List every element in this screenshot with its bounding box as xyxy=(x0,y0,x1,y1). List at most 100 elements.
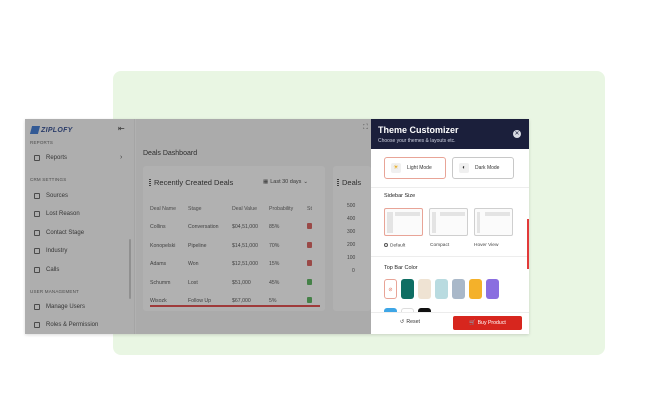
table-row[interactable]: Konopelski Pipeline $14,51,000 70% xyxy=(150,237,316,256)
swatch-beige[interactable] xyxy=(418,279,431,299)
column-header[interactable]: Stage xyxy=(188,200,232,218)
sidebar-item-label: Calls xyxy=(46,267,60,273)
thumb-sidebar xyxy=(432,212,436,233)
reset-button[interactable]: ↺ Reset xyxy=(400,319,420,325)
swatch-light-blue[interactable] xyxy=(435,279,448,299)
deals-chart-title-text: Deals xyxy=(342,178,362,187)
deal-probability: 85% xyxy=(269,224,280,231)
report-icon xyxy=(34,155,40,161)
sidebar-size-default[interactable] xyxy=(384,208,423,236)
table-row[interactable]: Wisozk Follow Up $67,000 5% xyxy=(150,292,316,311)
column-header[interactable]: Probability xyxy=(269,200,307,218)
deals-card: Recently Created Deals ▦ Last 30 days ⌄ … xyxy=(143,166,325,311)
buy-product-button[interactable]: 🛒 Buy Product xyxy=(453,316,522,330)
period-select[interactable]: ▦ Last 30 days ⌄ xyxy=(263,179,308,185)
deal-name: Wisozk xyxy=(150,298,167,305)
sun-icon: ☀ xyxy=(391,163,401,173)
axis-tick: 400 xyxy=(347,216,356,222)
column-header[interactable]: Deal Name xyxy=(150,200,188,218)
deal-status xyxy=(307,292,316,311)
deal-stage: Won xyxy=(188,261,199,268)
stage: ZIPLOFY ⇤ REPORTS Reports › CRM SETTINGS… xyxy=(0,0,670,405)
axis-tick: 200 xyxy=(347,242,356,248)
sidebar-item-label: Industry xyxy=(46,248,68,254)
sidebar-size-hover-label[interactable]: Hover View xyxy=(474,243,498,248)
table-header: Deal Name Stage Deal Value Probability S… xyxy=(150,200,316,218)
axis-tick: 100 xyxy=(347,255,356,261)
deals-chart-title: Deals xyxy=(337,178,361,187)
deal-name: Schumm xyxy=(150,279,171,286)
logo-text: ZIPLOFY xyxy=(41,126,73,134)
sidebar-item-roles[interactable]: Roles & Permission xyxy=(34,322,98,328)
fullscreen-icon[interactable]: ⛶ xyxy=(363,124,368,132)
table-row[interactable]: Collins Conversation $04,51,000 85% xyxy=(150,218,316,237)
axis-tick: 300 xyxy=(347,229,356,235)
swatch-purple[interactable] xyxy=(486,279,499,299)
customizer-footer: ↺ Reset 🛒 Buy Product xyxy=(371,312,529,334)
collapse-sidebar-icon[interactable]: ⇤ xyxy=(118,124,125,133)
thumb-topbar xyxy=(485,212,510,216)
deal-stage: Follow Up xyxy=(188,298,212,305)
dark-mode-button[interactable]: ◐ Dark Mode xyxy=(452,157,514,179)
table-row[interactable]: Adams Won $12,51,000 15% xyxy=(150,255,316,274)
swatch-teal[interactable] xyxy=(401,279,414,299)
sidebar-item-sources[interactable]: Sources xyxy=(34,193,68,199)
customizer-title: Theme Customizer xyxy=(378,125,459,135)
deal-probability: 70% xyxy=(269,242,280,249)
swatch-white[interactable]: ⊘ xyxy=(384,279,397,299)
deal-name: Collins xyxy=(150,224,166,231)
deal-stage: Conversation xyxy=(188,224,219,231)
drag-handle-icon[interactable] xyxy=(149,179,151,186)
deal-stage: Lost xyxy=(188,279,198,286)
table-row[interactable]: Schumm Lost $51,000 45% xyxy=(150,274,316,293)
swatch-slate[interactable] xyxy=(452,279,465,299)
light-mode-label: Light Mode xyxy=(407,165,432,171)
theme-customizer: Theme Customizer Choose your themes & la… xyxy=(371,119,529,334)
chevron-down-icon: ⌄ xyxy=(303,179,308,185)
column-header[interactable]: Deal Value xyxy=(232,200,269,218)
light-mode-button[interactable]: ☀ Light Mode xyxy=(384,157,446,179)
table-scrollbar[interactable] xyxy=(150,305,320,307)
swatch-orange[interactable] xyxy=(469,279,482,299)
sidebar: ZIPLOFY ⇤ REPORTS Reports › CRM SETTINGS… xyxy=(25,119,135,334)
sidebar-item-calls[interactable]: Calls xyxy=(34,267,59,273)
calls-icon xyxy=(34,267,40,273)
deal-value: $67,000 xyxy=(232,298,251,305)
sidebar-scrollbar[interactable] xyxy=(129,239,131,299)
sidebar-item-industry[interactable]: Industry xyxy=(34,248,67,254)
contact-stage-icon xyxy=(34,230,40,236)
customizer-subtitle: Choose your themes & layouts etc. xyxy=(378,138,456,144)
deal-value: $12,51,000 xyxy=(232,261,258,268)
sidebar-size-hover[interactable] xyxy=(474,208,513,236)
close-icon[interactable]: ✕ xyxy=(513,130,521,138)
chevron-right-icon[interactable]: › xyxy=(120,154,122,161)
deal-value: $14,51,000 xyxy=(232,242,258,249)
sidebar-size-compact[interactable] xyxy=(429,208,468,236)
thumb-topbar xyxy=(395,212,420,216)
column-header[interactable]: St xyxy=(307,200,316,218)
radio-icon xyxy=(384,243,388,247)
sidebar-size-default-label[interactable]: Default xyxy=(384,243,405,248)
section-crm: CRM SETTINGS xyxy=(30,177,67,182)
sources-icon xyxy=(34,193,40,199)
deal-name: Adams xyxy=(150,261,167,268)
sidebar-item-label: Lost Reason xyxy=(46,211,80,217)
sidebar-item-lost-reason[interactable]: Lost Reason xyxy=(34,211,80,217)
page-title: Deals Dashboard xyxy=(143,150,198,157)
app-window: ZIPLOFY ⇤ REPORTS Reports › CRM SETTINGS… xyxy=(25,119,529,334)
calendar-icon: ▦ xyxy=(263,179,269,185)
scroll-indicator xyxy=(527,219,529,269)
sidebar-item-manage-users[interactable]: Manage Users xyxy=(34,304,85,310)
sidebar-size-title: Sidebar Size xyxy=(384,193,416,199)
dark-mode-label: Dark Mode xyxy=(475,165,500,171)
status-badge xyxy=(307,278,312,285)
status-badge xyxy=(307,223,312,230)
drag-handle-icon[interactable] xyxy=(337,179,339,186)
sidebar-item-contact-stage[interactable]: Contact Stage xyxy=(34,230,84,236)
sidebar-item-label: Sources xyxy=(46,193,69,199)
deal-status xyxy=(307,255,316,274)
sidebar-item-reports[interactable]: Reports xyxy=(34,155,67,161)
status-badge xyxy=(307,297,312,304)
deal-status xyxy=(307,274,316,293)
sidebar-size-compact-label[interactable]: Compact xyxy=(430,243,449,248)
